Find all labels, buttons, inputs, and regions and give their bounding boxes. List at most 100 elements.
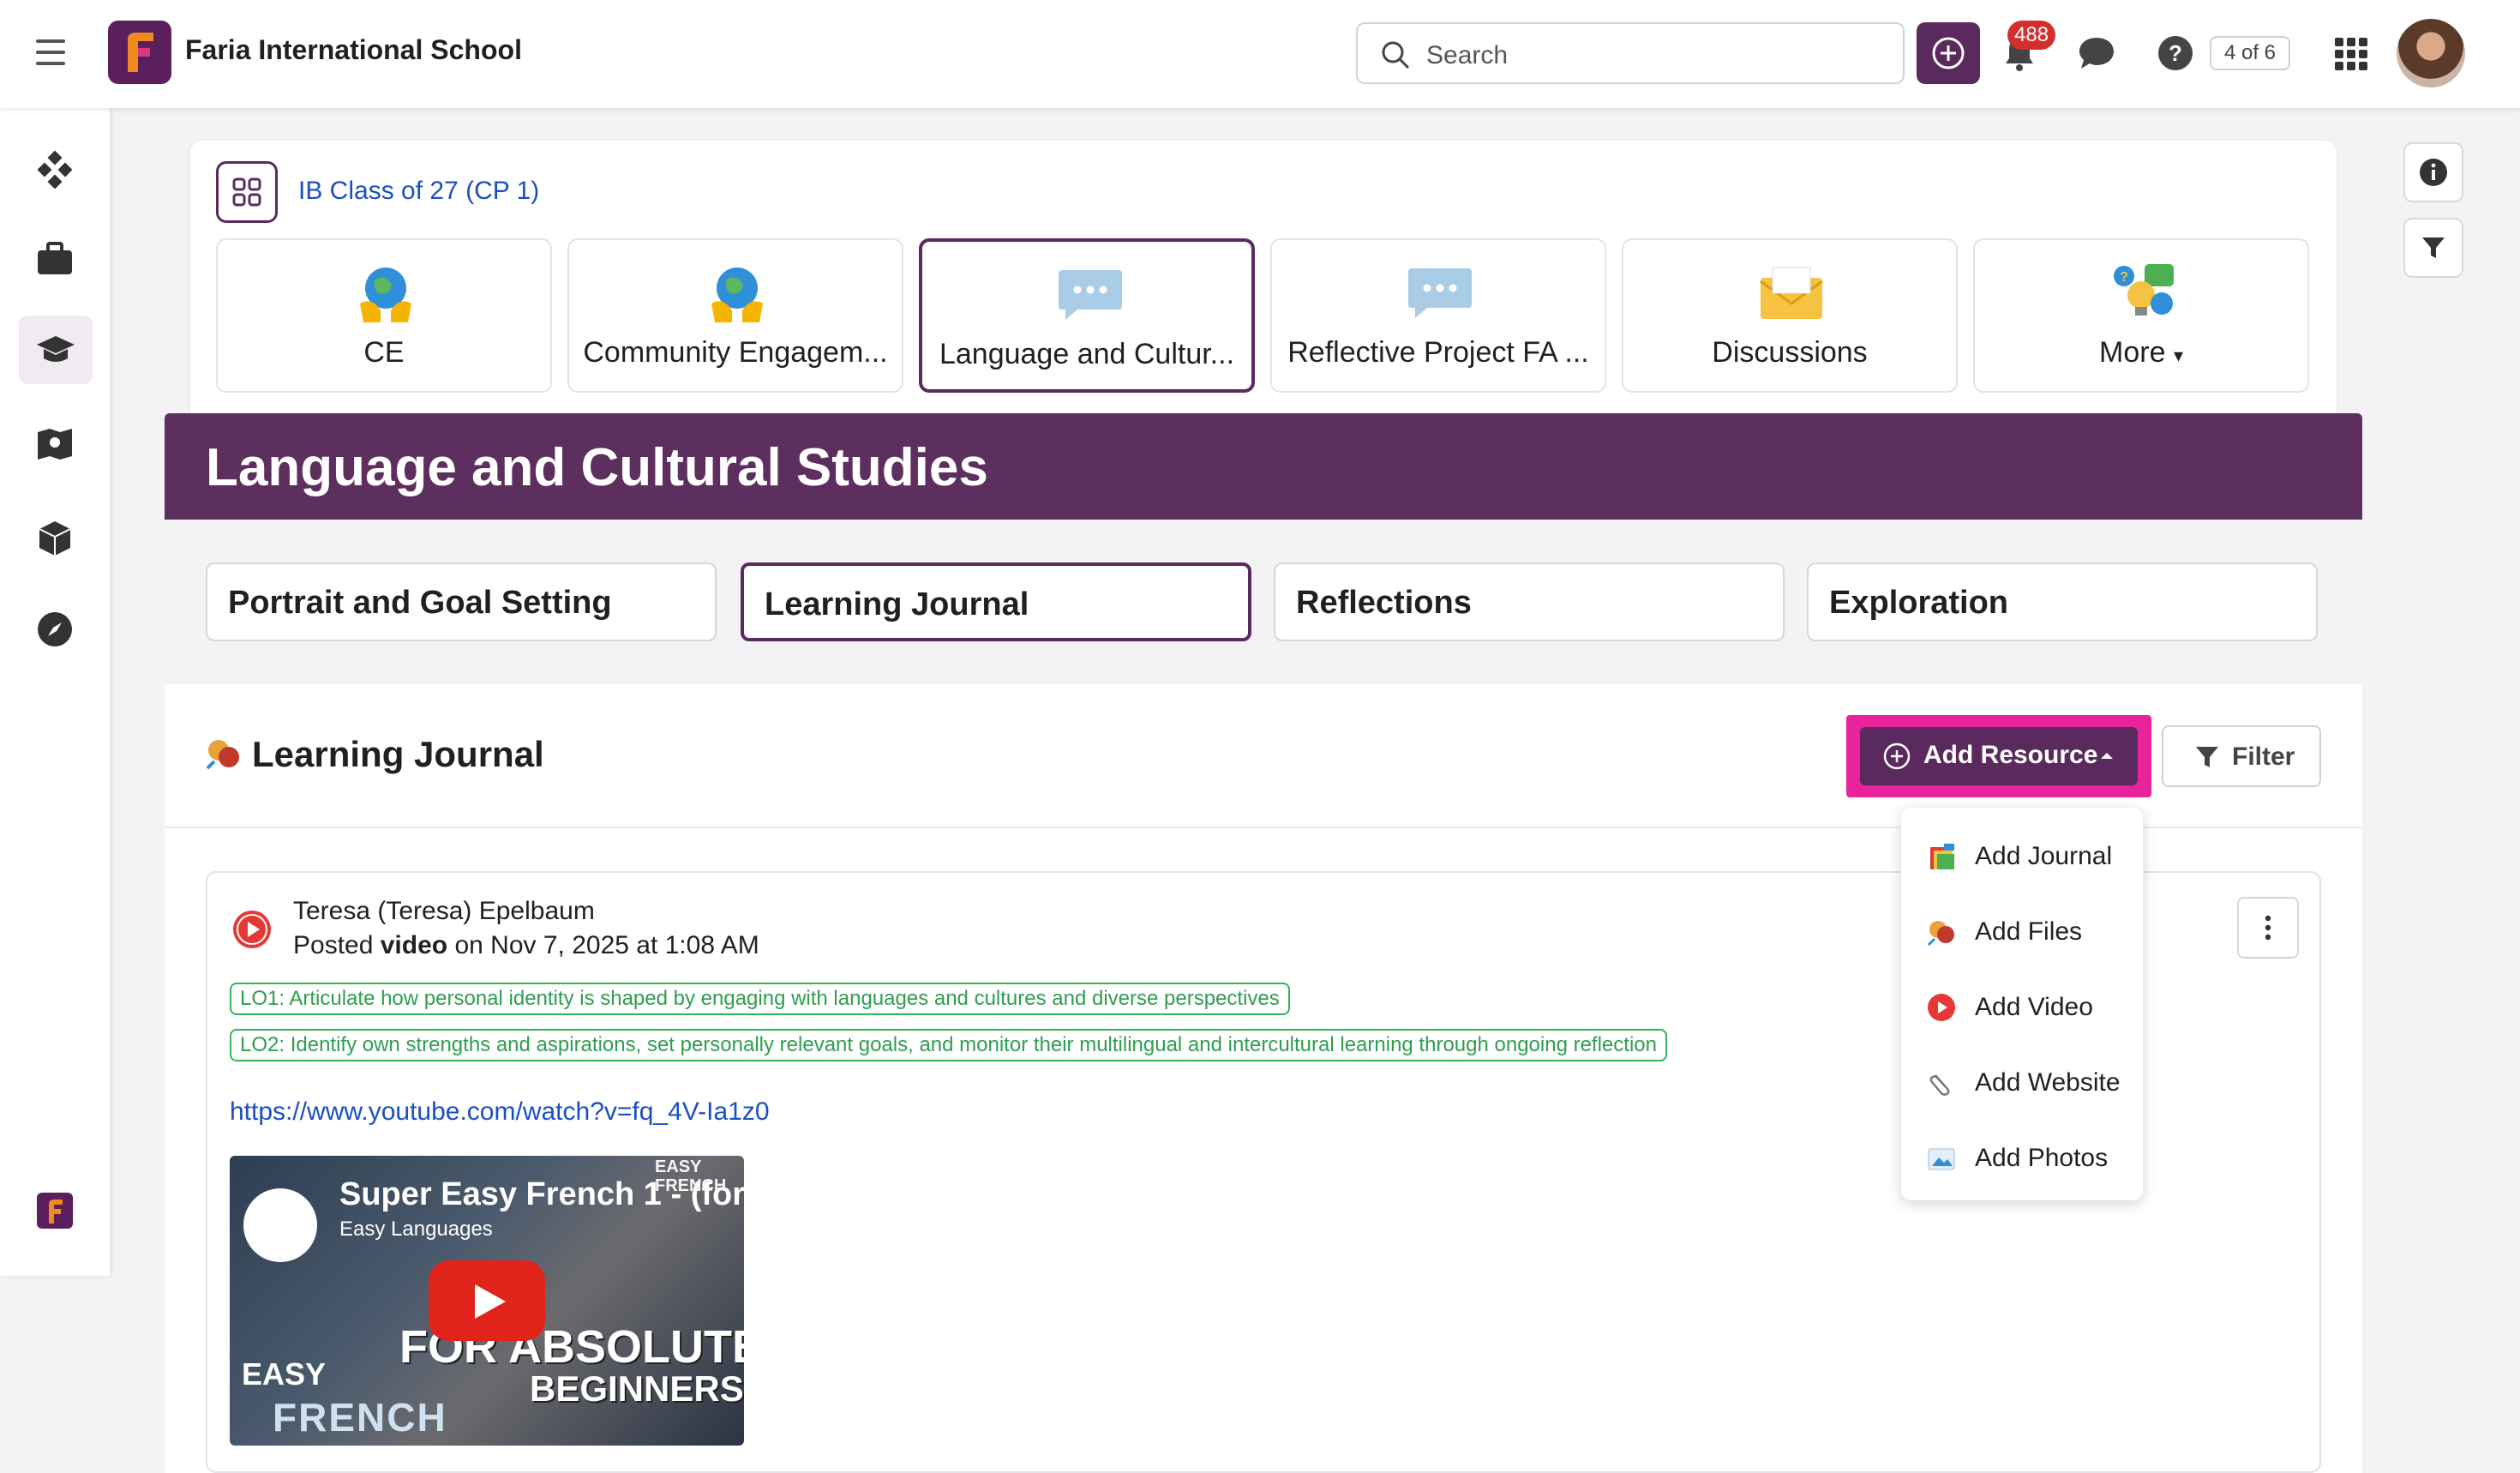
class-grid-button[interactable] [216,161,278,223]
caret-up-icon [2101,753,2113,759]
school-name[interactable]: Faria International School [185,34,522,66]
menu-item-label: Add Website [1975,1068,2121,1097]
page-title: Language and Cultural Studies [206,438,988,497]
search-placeholder: Search [1426,41,1509,69]
add-resource-menu: Add Journal Add Files Add Video Add Webs… [1901,808,2143,1200]
add-resource-label: Add Resource [1923,741,2098,769]
notification-badge: 488 [2007,21,2056,50]
tile-language-and-cultural[interactable]: Language and Cultur... [919,238,1255,393]
top-header: Faria International School Search 488 ? … [0,0,2520,108]
menu-icon[interactable] [36,39,65,65]
compass-icon[interactable] [34,609,75,650]
tile-reflective-project[interactable]: Reflective Project FA ... [1270,238,1606,393]
subtab-bar: Portrait and Goal Setting Learning Journ… [165,520,2362,684]
menu-item-add-photos[interactable]: Add Photos [1901,1120,2143,1195]
menu-item-add-website[interactable]: Add Website [1901,1044,2143,1120]
tile-label: CE [363,336,405,369]
search-input[interactable]: Search [1356,22,1905,84]
menu-item-add-video[interactable]: Add Video [1901,969,2143,1044]
dashboard-icon[interactable] [34,149,75,190]
class-name-link[interactable]: IB Class of 27 (CP 1) [298,177,539,206]
posted-date: on Nov 7, 2025 at 1:08 AM [454,931,759,959]
briefcase-icon[interactable] [34,238,75,280]
video-corner-text: EASY FRENCH [655,1157,727,1195]
filter-side-button[interactable] [2403,218,2463,278]
plus-circle-icon [1883,743,1911,770]
journal-icon [1930,844,1954,869]
tile-discussions[interactable]: Discussions [1622,238,1958,393]
graduation-cap-icon[interactable] [19,316,93,384]
subtab-reflections[interactable]: Reflections [1274,562,1785,641]
video-logo-line2: FRENCH [273,1395,447,1440]
play-button-icon[interactable] [429,1260,545,1341]
left-sidebar [0,108,110,1276]
menu-item-add-files[interactable]: Add Files [1901,893,2143,969]
user-avatar[interactable] [2397,19,2465,87]
menu-item-add-journal[interactable]: Add Journal [1901,818,2143,893]
class-card: IB Class of 27 (CP 1) CE Community Engag… [190,141,2337,432]
section-title: Learning Journal [206,734,544,775]
tile-ce[interactable]: CE [216,238,552,393]
filter-button[interactable]: Filter [2162,725,2321,787]
learning-outcome-tag[interactable]: LO2: Identify own strengths and aspirati… [230,1029,1667,1061]
info-icon [2420,159,2447,186]
help-icon[interactable]: ? [2157,34,2194,72]
posted-type: video [380,931,448,959]
video-play-icon [1928,994,1955,1021]
page-banner: Language and Cultural Studies [165,413,2362,520]
add-resource-button[interactable]: Add Resource [1860,727,2138,785]
video-link[interactable]: https://www.youtube.com/watch?v=fq_4V-Ia… [230,1097,770,1127]
globe-hands-icon [703,259,771,328]
subtab-label: Portrait and Goal Setting [228,585,612,621]
tile-more[interactable]: ? More ▾ [1973,238,2309,393]
learning-outcome-tag[interactable]: LO1: Articulate how personal identity is… [230,983,1290,1015]
tile-label: Language and Cultur... [939,338,1235,370]
masks-icon [206,740,239,770]
video-thumbnail[interactable]: Super Easy French 1 - (for a Easy Langua… [230,1156,744,1446]
tile-label: More ▾ [1975,336,2307,370]
subtab-exploration[interactable]: Exploration [1807,562,2318,641]
subtab-portrait-goal-setting[interactable]: Portrait and Goal Setting [206,562,717,641]
svg-text:?: ? [2120,270,2128,285]
section-title-text: Learning Journal [252,734,544,774]
search-icon [1382,41,1410,69]
cube-icon[interactable] [34,518,75,559]
kebab-icon [2265,915,2271,941]
grid-icon [232,177,261,207]
funnel-icon [2196,747,2218,767]
more-label: More [2099,336,2166,369]
funnel-icon [2422,237,2445,258]
tile-community-engagement[interactable]: Community Engagem... [567,238,903,393]
speech-bubble-icon [1406,259,1474,328]
post-meta: Posted video on Nov 7, 2025 at 1:08 AM [293,931,759,960]
globe-hands-icon [351,259,420,328]
menu-item-label: Add Video [1975,993,2093,1021]
create-button[interactable] [1917,22,1980,84]
map-book-icon[interactable] [34,424,75,465]
info-button[interactable] [2403,142,2463,202]
school-logo[interactable] [108,21,171,84]
posted-prefix: Posted [293,931,374,959]
apps-grid-icon[interactable] [2335,38,2369,72]
post-author[interactable]: Teresa (Teresa) Epelbaum [293,897,595,926]
caret-down-icon: ▾ [2173,345,2183,366]
menu-item-label: Add Photos [1975,1144,2109,1172]
subtab-label: Reflections [1296,585,1472,621]
speech-bubble-icon [1056,261,1125,329]
photo-icon [1928,1148,1955,1170]
post-menu-button[interactable] [2237,897,2299,959]
video-channel: Easy Languages [339,1217,493,1241]
subtab-learning-journal[interactable]: Learning Journal [741,562,1251,641]
subtab-label: Exploration [1829,585,2009,621]
video-overlay-line2: BEGINNERS [530,1368,744,1409]
pager-badge[interactable]: 4 of 6 [2210,36,2290,70]
tile-label: Reflective Project FA ... [1287,336,1589,369]
svg-text:?: ? [2169,40,2182,66]
envelope-icon [1757,259,1826,328]
ideas-icon: ? [2109,259,2177,328]
video-logo-line1: EASY [242,1356,327,1392]
files-icon [1927,921,1954,947]
chat-icon[interactable] [2078,36,2115,70]
channel-logo [243,1188,317,1262]
faria-logo-icon[interactable] [34,1190,75,1231]
